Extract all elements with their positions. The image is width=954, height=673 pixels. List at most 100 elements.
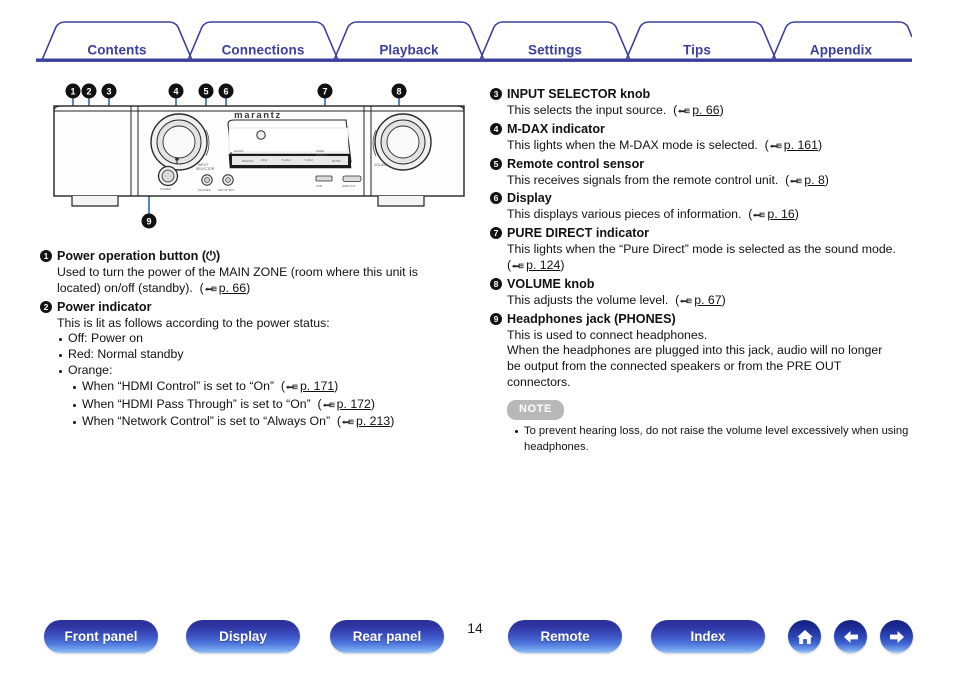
list-item-text: When “HDMI Control” is set to “On” bbox=[82, 378, 275, 393]
body-text: This lights when the M-DAX mode is selec… bbox=[507, 137, 758, 152]
remote-button[interactable]: Remote bbox=[508, 620, 622, 653]
item-body: This is used to connect headphones. When… bbox=[507, 328, 922, 391]
pointing-hand-icon bbox=[769, 140, 783, 156]
note-list: To prevent hearing loss, do not raise th… bbox=[513, 424, 922, 456]
list-item: To prevent hearing loss, do not raise th… bbox=[513, 424, 922, 456]
page-reference[interactable]: (p. 171) bbox=[277, 379, 338, 393]
reference-page[interactable]: p. 8 bbox=[804, 173, 825, 187]
back-button[interactable] bbox=[834, 620, 867, 653]
item-heading: 9 Headphones jack (PHONES) bbox=[490, 311, 922, 327]
body-line: Used to turn the power of the MAIN ZONE … bbox=[57, 265, 418, 279]
item-title: Remote control sensor bbox=[507, 156, 645, 171]
callout-number-1: 1 bbox=[40, 250, 52, 262]
tab-connections[interactable]: Connections bbox=[222, 43, 305, 58]
page-reference[interactable]: (p. 16) bbox=[745, 207, 799, 221]
home-icon bbox=[795, 627, 815, 647]
reference-page[interactable]: p. 16 bbox=[767, 207, 794, 221]
reference-line: (p. 124) bbox=[507, 258, 922, 276]
home-button[interactable] bbox=[788, 620, 821, 653]
list-item: When “HDMI Control” is set to “On” (p. 1… bbox=[71, 379, 480, 397]
page-reference[interactable]: (p. 8) bbox=[782, 173, 829, 187]
svg-text:M-DAX: M-DAX bbox=[234, 149, 244, 153]
item-heading: 5 Remote control sensor bbox=[490, 156, 922, 172]
pointing-hand-icon bbox=[285, 381, 299, 397]
svg-text:2: 2 bbox=[86, 87, 91, 97]
item-title: INPUT SELECTOR knob bbox=[507, 87, 651, 101]
list-item: Off: Power on bbox=[57, 331, 480, 347]
pointing-hand-icon bbox=[204, 283, 218, 299]
body-line-with-ref: located) on/off (standby). (p. 66) bbox=[57, 281, 480, 299]
reference-page[interactable]: p. 171 bbox=[300, 379, 334, 393]
pointing-hand-icon bbox=[679, 295, 693, 311]
reference-page[interactable]: p. 161 bbox=[784, 138, 818, 152]
item-body: This receives signals from the remote co… bbox=[507, 173, 922, 191]
pointing-hand-icon bbox=[511, 260, 525, 276]
item-body: This displays various pieces of informat… bbox=[507, 207, 922, 225]
page-reference[interactable]: (p. 66) bbox=[670, 103, 724, 117]
spec-item-power-indicator: 2 Power indicator This is lit as follows… bbox=[40, 299, 480, 433]
list-item: Red: Normal standby bbox=[57, 347, 480, 363]
callout-number-6: 6 bbox=[490, 192, 502, 205]
item-body: This adjusts the volume level. (p. 67) bbox=[507, 293, 922, 311]
tab-playback[interactable]: Playback bbox=[379, 43, 438, 58]
pointing-hand-icon bbox=[322, 399, 336, 415]
tab-settings[interactable]: Settings bbox=[528, 43, 582, 58]
svg-text:DIRECT: DIRECT bbox=[316, 153, 327, 157]
pointing-hand-icon bbox=[752, 209, 766, 225]
note-line: headphones. bbox=[524, 441, 589, 454]
item-title: Headphones jack (PHONES) bbox=[507, 311, 676, 326]
tab-appendix[interactable]: Appendix bbox=[810, 43, 872, 58]
item-body: Used to turn the power of the MAIN ZONE … bbox=[57, 265, 480, 299]
tab-contents[interactable]: Contents bbox=[87, 43, 146, 58]
reference-page[interactable]: p. 66 bbox=[219, 281, 246, 295]
callout-number-7: 7 bbox=[490, 227, 502, 240]
svg-text:2CH: 2CH bbox=[261, 158, 267, 162]
forward-button[interactable] bbox=[880, 620, 913, 653]
svg-text:SELECTOR: SELECTOR bbox=[196, 167, 215, 171]
body-line: This is used to connect headphones. bbox=[507, 327, 708, 342]
reference-page[interactable]: p. 67 bbox=[694, 293, 721, 307]
callout-number-4: 4 bbox=[490, 122, 502, 135]
body-line: located) on/off (standby). bbox=[57, 280, 193, 295]
page-reference[interactable]: (p. 124) bbox=[507, 258, 564, 272]
svg-text:9: 9 bbox=[146, 217, 151, 227]
display-button[interactable]: Display bbox=[186, 620, 300, 653]
page-reference[interactable]: (p. 66) bbox=[196, 281, 251, 295]
item-title: Display bbox=[507, 191, 552, 206]
svg-text:6: 6 bbox=[223, 87, 228, 97]
list-item: Orange: bbox=[57, 363, 480, 379]
callout-number-3: 3 bbox=[490, 88, 502, 100]
front-panel-button[interactable]: Front panel bbox=[44, 620, 158, 653]
body-text: This selects the input source. bbox=[507, 103, 667, 117]
orange-condition-list: When “HDMI Control” is set to “On” (p. 1… bbox=[71, 379, 480, 432]
body-line: connectors. bbox=[507, 374, 571, 389]
page-reference[interactable]: (p. 67) bbox=[672, 293, 726, 307]
item-heading: 7 PURE DIRECT indicator bbox=[490, 225, 922, 241]
svg-text:PHONES: PHONES bbox=[198, 188, 211, 192]
svg-text:7: 7 bbox=[322, 87, 327, 97]
spec-item-remote-control-sensor: 5 Remote control sensor This receives si… bbox=[490, 156, 922, 191]
svg-text:7.1CH: 7.1CH bbox=[304, 158, 313, 162]
body-text: This displays various pieces of informat… bbox=[507, 207, 742, 222]
list-item-text: When “Network Control” is set to “Always… bbox=[82, 414, 331, 429]
index-button[interactable]: Index bbox=[651, 620, 765, 653]
page-reference[interactable]: (p. 172) bbox=[314, 397, 375, 411]
reference-page[interactable]: p. 213 bbox=[356, 414, 390, 428]
page-reference[interactable]: (p. 213) bbox=[333, 414, 394, 428]
list-item: When “Network Control” is set to “Always… bbox=[71, 414, 480, 432]
page-reference[interactable]: (p. 161) bbox=[761, 138, 822, 152]
spec-item-pure-direct-indicator: 7 PURE DIRECT indicator This lights when… bbox=[490, 225, 922, 276]
svg-text:DIGITAL: DIGITAL bbox=[242, 159, 254, 163]
body-text: This lights when the “Pure Direct” mode … bbox=[507, 242, 896, 257]
tab-tips[interactable]: Tips bbox=[683, 43, 711, 58]
reference-page[interactable]: p. 66 bbox=[692, 103, 719, 117]
page-number: 14 bbox=[467, 620, 483, 636]
item-title: M-DAX indicator bbox=[507, 121, 605, 136]
reference-page[interactable]: p. 172 bbox=[337, 397, 371, 411]
item-body: This lights when the M-DAX mode is selec… bbox=[507, 138, 922, 156]
svg-text:marantz: marantz bbox=[234, 110, 282, 121]
item-heading: 1 Power operation button (⏻) bbox=[40, 248, 480, 264]
body-intro: This is lit as follows according to the … bbox=[57, 315, 330, 330]
rear-panel-button[interactable]: Rear panel bbox=[330, 620, 444, 653]
reference-page[interactable]: p. 124 bbox=[526, 258, 560, 272]
